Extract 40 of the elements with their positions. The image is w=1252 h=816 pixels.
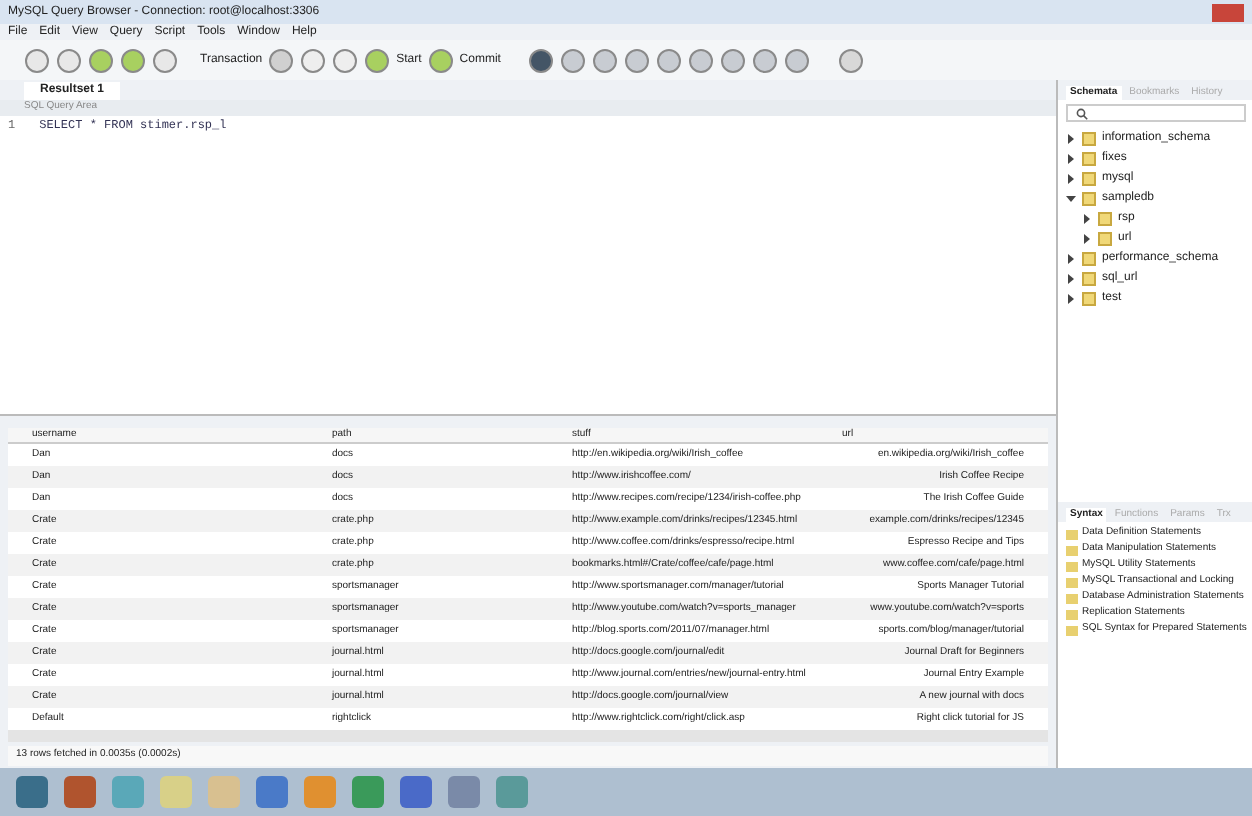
toolbar-button[interactable]: [300, 47, 327, 73]
search-field[interactable]: [1066, 104, 1247, 122]
stop-button[interactable]: [152, 47, 178, 73]
start-button[interactable]: [364, 47, 391, 73]
expand-icon[interactable]: [1066, 253, 1076, 263]
toolbar-button[interactable]: [656, 47, 683, 73]
expand-icon[interactable]: [1082, 213, 1092, 223]
expand-icon[interactable]: [1066, 133, 1076, 143]
taskbar-app-icon[interactable]: [352, 776, 384, 808]
back-button[interactable]: [24, 47, 50, 73]
toolbar-button[interactable]: [528, 47, 555, 73]
commit-button[interactable]: [427, 47, 454, 73]
expand-icon[interactable]: [1066, 273, 1076, 283]
expand-icon[interactable]: [1066, 293, 1076, 303]
toolbar-button[interactable]: [720, 47, 747, 73]
taskbar-app-icon[interactable]: [16, 776, 48, 808]
toolbar-button[interactable]: [688, 47, 715, 73]
toolbar-button[interactable]: [592, 47, 619, 73]
execute-button[interactable]: [120, 47, 146, 73]
expand-icon[interactable]: [1066, 153, 1076, 163]
taskbar-app-icon[interactable]: [400, 776, 432, 808]
search-icon: [1076, 107, 1088, 119]
expand-icon[interactable]: [1066, 173, 1076, 183]
lock-button[interactable]: [838, 47, 865, 73]
close-button[interactable]: [1212, 3, 1244, 21]
expand-icon[interactable]: [1082, 233, 1092, 243]
taskbar-app-icon[interactable]: [448, 776, 480, 808]
toolbar-button[interactable]: [784, 47, 811, 73]
taskbar-app-icon[interactable]: [256, 776, 288, 808]
toolbar-button[interactable]: [752, 47, 779, 73]
toolbar-button[interactable]: [560, 47, 587, 73]
refresh-button[interactable]: [88, 47, 114, 73]
horizontal-scrollbar[interactable]: [8, 730, 1048, 742]
taskbar-app-icon[interactable]: [496, 776, 528, 808]
next-button[interactable]: [56, 47, 82, 73]
collapse-icon[interactable]: [1066, 193, 1076, 203]
taskbar-app-icon[interactable]: [64, 776, 96, 808]
toolbar-button[interactable]: [332, 47, 359, 73]
toolbar-button[interactable]: [624, 47, 651, 73]
transaction-button[interactable]: [268, 47, 295, 73]
